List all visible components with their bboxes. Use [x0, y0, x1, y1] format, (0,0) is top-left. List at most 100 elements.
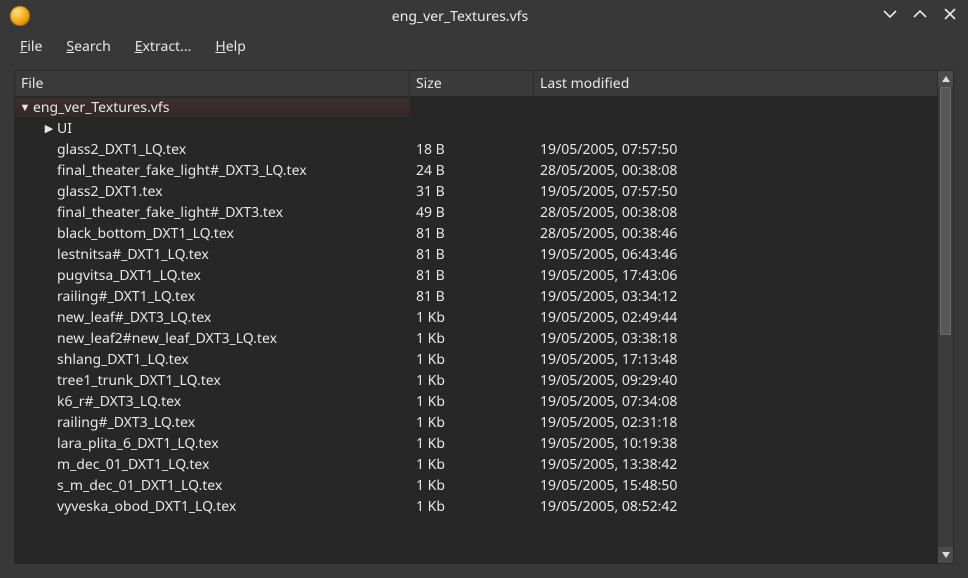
file-row[interactable]: ▶new_leaf2#new_leaf_DXT3_LQ.tex 1 Kb 19/… [15, 328, 937, 349]
tree-root-name: eng_ver_Textures.vfs [33, 98, 169, 117]
maximize-button[interactable] [912, 6, 928, 27]
file-row[interactable]: ▶s_m_dec_01_DXT1_LQ.tex 1 Kb 19/05/2005,… [15, 475, 937, 496]
file-modified: 19/05/2005, 10:19:38 [534, 434, 937, 453]
file-name: lestnitsa#_DXT1_LQ.tex [57, 245, 209, 264]
tree-root-row[interactable]: ▼ eng_ver_Textures.vfs [15, 97, 937, 118]
window-controls [882, 6, 958, 27]
file-size: 81 B [410, 266, 534, 285]
treeview-rows: ▼ eng_ver_Textures.vfs ▶ UI [15, 97, 937, 563]
file-row[interactable]: ▶lara_plita_6_DXT1_LQ.tex 1 Kb 19/05/200… [15, 433, 937, 454]
file-size: 81 B [410, 224, 534, 243]
file-modified: 19/05/2005, 03:38:18 [534, 329, 937, 348]
file-size: 81 B [410, 287, 534, 306]
file-modified: 19/05/2005, 07:57:50 [534, 140, 937, 159]
scroll-thumb[interactable] [940, 87, 951, 335]
file-row[interactable]: ▶final_theater_fake_light#_DXT3.tex 49 B… [15, 202, 937, 223]
file-row[interactable]: ▶shlang_DXT1_LQ.tex 1 Kb 19/05/2005, 17:… [15, 349, 937, 370]
vertical-scrollbar[interactable] [937, 71, 953, 563]
file-modified: 19/05/2005, 02:49:44 [534, 308, 937, 327]
file-name: railing#_DXT1_LQ.tex [57, 287, 195, 306]
file-treeview: File Size Last modified ▼ eng_ver_Textur… [14, 70, 954, 564]
file-modified: 19/05/2005, 07:57:50 [534, 182, 937, 201]
scroll-track[interactable] [938, 87, 953, 547]
file-row[interactable]: ▶pugvitsa_DXT1_LQ.tex 81 B 19/05/2005, 1… [15, 265, 937, 286]
file-name: railing#_DXT3_LQ.tex [57, 413, 195, 432]
file-row[interactable]: ▶lestnitsa#_DXT1_LQ.tex 81 B 19/05/2005,… [15, 244, 937, 265]
file-row[interactable]: ▶final_theater_fake_light#_DXT3_LQ.tex 2… [15, 160, 937, 181]
file-name: k6_r#_DXT3_LQ.tex [57, 392, 181, 411]
file-modified: 19/05/2005, 06:43:46 [534, 245, 937, 264]
file-size: 1 Kb [410, 308, 534, 327]
file-size: 1 Kb [410, 350, 534, 369]
file-name: black_bottom_DXT1_LQ.tex [57, 224, 234, 243]
file-size: 81 B [410, 245, 534, 264]
file-row[interactable]: ▶black_bottom_DXT1_LQ.tex 81 B 28/05/200… [15, 223, 937, 244]
file-modified: 19/05/2005, 07:34:08 [534, 392, 937, 411]
file-modified: 19/05/2005, 13:38:42 [534, 455, 937, 474]
content: File Size Last modified ▼ eng_ver_Textur… [0, 60, 968, 578]
scroll-down-button[interactable] [938, 547, 954, 563]
file-size: 1 Kb [410, 413, 534, 432]
file-modified: 19/05/2005, 15:48:50 [534, 476, 937, 495]
file-name: lara_plita_6_DXT1_LQ.tex [57, 434, 219, 453]
file-name: new_leaf#_DXT3_LQ.tex [57, 308, 211, 327]
menubar: File Search Extract... Help [0, 32, 968, 60]
file-name: glass2_DXT1.tex [57, 182, 162, 201]
file-name: final_theater_fake_light#_DXT3.tex [57, 203, 283, 222]
file-name: m_dec_01_DXT1_LQ.tex [57, 455, 209, 474]
column-header-size[interactable]: Size [410, 71, 534, 96]
menu-extract[interactable]: Extract... [133, 34, 194, 59]
file-size: 31 B [410, 182, 534, 201]
menu-search[interactable]: Search [64, 34, 112, 59]
file-modified: 19/05/2005, 03:34:12 [534, 287, 937, 306]
close-button[interactable] [942, 6, 958, 27]
file-name: glass2_DXT1_LQ.tex [57, 140, 186, 159]
file-row[interactable]: ▶railing#_DXT1_LQ.tex 81 B 19/05/2005, 0… [15, 286, 937, 307]
file-size: 1 Kb [410, 329, 534, 348]
file-row[interactable]: ▶glass2_DXT1_LQ.tex 18 B 19/05/2005, 07:… [15, 139, 937, 160]
file-name: pugvitsa_DXT1_LQ.tex [57, 266, 201, 285]
file-row[interactable]: ▶railing#_DXT3_LQ.tex 1 Kb 19/05/2005, 0… [15, 412, 937, 433]
file-row[interactable]: ▶new_leaf#_DXT3_LQ.tex 1 Kb 19/05/2005, … [15, 307, 937, 328]
file-name: vyveska_obod_DXT1_LQ.tex [57, 497, 236, 516]
file-size: 1 Kb [410, 455, 534, 474]
file-name: new_leaf2#new_leaf_DXT3_LQ.tex [57, 329, 277, 348]
tree-folder-row[interactable]: ▶ UI [15, 118, 937, 139]
file-modified: 19/05/2005, 02:31:18 [534, 413, 937, 432]
file-size: 1 Kb [410, 476, 534, 495]
file-name: tree1_trunk_DXT1_LQ.tex [57, 371, 221, 390]
file-row[interactable]: ▶tree1_trunk_DXT1_LQ.tex 1 Kb 19/05/2005… [15, 370, 937, 391]
file-size: 1 Kb [410, 371, 534, 390]
file-modified: 28/05/2005, 00:38:08 [534, 161, 937, 180]
file-row[interactable]: ▶k6_r#_DXT3_LQ.tex 1 Kb 19/05/2005, 07:3… [15, 391, 937, 412]
column-header-file[interactable]: File [15, 71, 410, 96]
expander-closed-icon[interactable]: ▶ [42, 121, 56, 136]
column-headers: File Size Last modified [15, 71, 937, 97]
file-name: final_theater_fake_light#_DXT3_LQ.tex [57, 161, 307, 180]
file-size: 18 B [410, 140, 534, 159]
file-name: s_m_dec_01_DXT1_LQ.tex [57, 476, 222, 495]
expander-open-icon[interactable]: ▼ [18, 100, 32, 115]
minimize-button[interactable] [882, 6, 898, 27]
file-modified: 19/05/2005, 17:43:06 [534, 266, 937, 285]
file-row[interactable]: ▶m_dec_01_DXT1_LQ.tex 1 Kb 19/05/2005, 1… [15, 454, 937, 475]
file-modified: 19/05/2005, 09:29:40 [534, 371, 937, 390]
file-modified: 28/05/2005, 00:38:08 [534, 203, 937, 222]
scroll-up-button[interactable] [938, 71, 954, 87]
file-modified: 28/05/2005, 00:38:46 [534, 224, 937, 243]
file-name: shlang_DXT1_LQ.tex [57, 350, 189, 369]
column-header-modified[interactable]: Last modified [534, 71, 937, 96]
tree-folder-name: UI [57, 119, 72, 138]
menu-help[interactable]: Help [213, 34, 248, 59]
file-row[interactable]: ▶vyveska_obod_DXT1_LQ.tex 1 Kb 19/05/200… [15, 496, 937, 517]
file-size: 1 Kb [410, 434, 534, 453]
app-window: eng_ver_Textures.vfs File Search Extract… [0, 0, 968, 578]
file-modified: 19/05/2005, 08:52:42 [534, 497, 937, 516]
file-size: 1 Kb [410, 497, 534, 516]
menu-file[interactable]: File [18, 34, 44, 59]
file-size: 49 B [410, 203, 534, 222]
file-size: 1 Kb [410, 392, 534, 411]
window-title: eng_ver_Textures.vfs [38, 7, 882, 26]
file-row[interactable]: ▶glass2_DXT1.tex 31 B 19/05/2005, 07:57:… [15, 181, 937, 202]
app-icon [10, 6, 30, 26]
